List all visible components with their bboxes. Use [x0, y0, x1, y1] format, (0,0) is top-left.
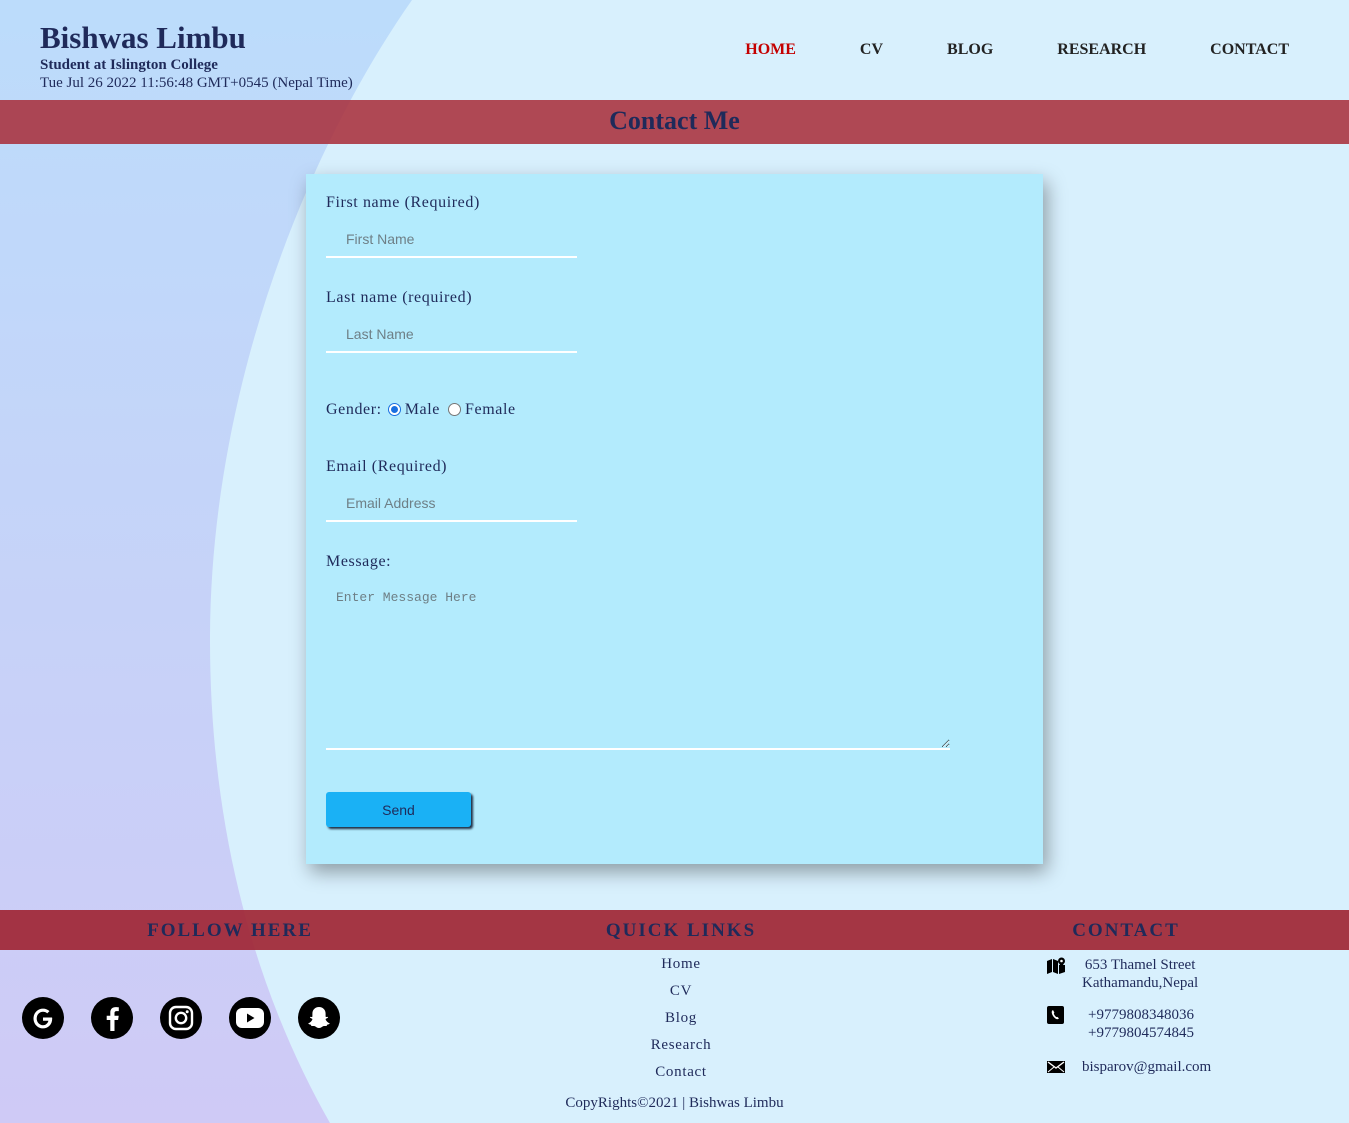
envelope-icon [1047, 1061, 1065, 1073]
quick-links: Home CV Blog Research Contact [581, 955, 781, 1090]
site-subtitle: Student at Islington College [40, 57, 218, 73]
quick-link-cv[interactable]: CV [581, 982, 781, 1009]
phone-1[interactable]: +9779808348036 [1088, 1006, 1194, 1024]
phone-2[interactable]: +9779804574845 [1088, 1024, 1194, 1042]
map-icon [1047, 957, 1065, 974]
email-address[interactable]: bisparov@gmail.com [1082, 1058, 1211, 1076]
instagram-icon[interactable] [160, 997, 202, 1039]
quick-link-blog[interactable]: Blog [581, 1009, 781, 1036]
page-title: Contact Me [609, 106, 740, 135]
site-header: Bishwas Limbu Student at Islington Colle… [0, 0, 1349, 100]
message-textarea[interactable] [326, 582, 950, 750]
gender-group: Gender: Male Female [326, 401, 518, 419]
nav-contact[interactable]: CONTACT [1210, 41, 1289, 59]
snapchat-icon[interactable] [298, 997, 340, 1039]
footer-header-bar: FOLLOW HERE QUICK LINKS CONTACT [0, 910, 1349, 950]
last-name-input[interactable] [326, 317, 577, 353]
social-links [22, 997, 367, 1039]
nav-home[interactable]: HOME [745, 41, 796, 59]
main-nav: HOME CV BLOG RESEARCH CONTACT [681, 41, 1289, 59]
phone-icon [1047, 1006, 1064, 1024]
contact-email: bisparov@gmail.com [1046, 1058, 1211, 1076]
contact-address: 653 Thamel Street Kathamandu,Nepal [1046, 956, 1198, 992]
message-label: Message: [326, 553, 392, 570]
follow-heading: FOLLOW HERE [147, 920, 313, 941]
email-input[interactable] [326, 486, 577, 522]
gender-female-radio[interactable] [448, 402, 462, 416]
nav-blog[interactable]: BLOG [947, 41, 993, 59]
gender-male-radio[interactable] [387, 402, 401, 416]
nav-research[interactable]: RESEARCH [1057, 41, 1146, 59]
current-datetime: Tue Jul 26 2022 11:56:48 GMT+0545 (Nepal… [40, 75, 353, 91]
contact-phone: +9779808348036 +9779804574845 [1046, 1006, 1194, 1042]
email-label: Email (Required) [326, 458, 448, 475]
youtube-icon[interactable] [229, 997, 271, 1039]
nav-cv[interactable]: CV [860, 41, 883, 59]
quick-link-research[interactable]: Research [581, 1036, 781, 1063]
site-title[interactable]: Bishwas Limbu [40, 20, 246, 56]
quick-link-home[interactable]: Home [581, 955, 781, 982]
page-banner: Contact Me [0, 100, 1349, 144]
send-button[interactable]: Send [326, 792, 471, 827]
quick-links-heading: QUICK LINKS [605, 920, 757, 941]
copyright: CopyRights©2021 | Bishwas Limbu [565, 1095, 784, 1111]
last-name-label: Last name (required) [326, 289, 473, 306]
gender-male-label[interactable]: Male [405, 401, 440, 419]
facebook-icon[interactable] [91, 997, 133, 1039]
gender-female-label[interactable]: Female [465, 401, 516, 419]
first-name-input[interactable] [326, 222, 577, 258]
google-icon[interactable] [22, 997, 64, 1039]
quick-link-contact[interactable]: Contact [581, 1063, 781, 1090]
address-line2: Kathamandu,Nepal [1082, 975, 1199, 991]
gender-label: Gender: [326, 401, 382, 418]
address-line1: 653 Thamel Street [1084, 957, 1196, 973]
contact-form: First name (Required) Last name (require… [306, 174, 1043, 864]
first-name-label: First name (Required) [326, 194, 480, 211]
contact-heading: CONTACT [1072, 920, 1180, 941]
